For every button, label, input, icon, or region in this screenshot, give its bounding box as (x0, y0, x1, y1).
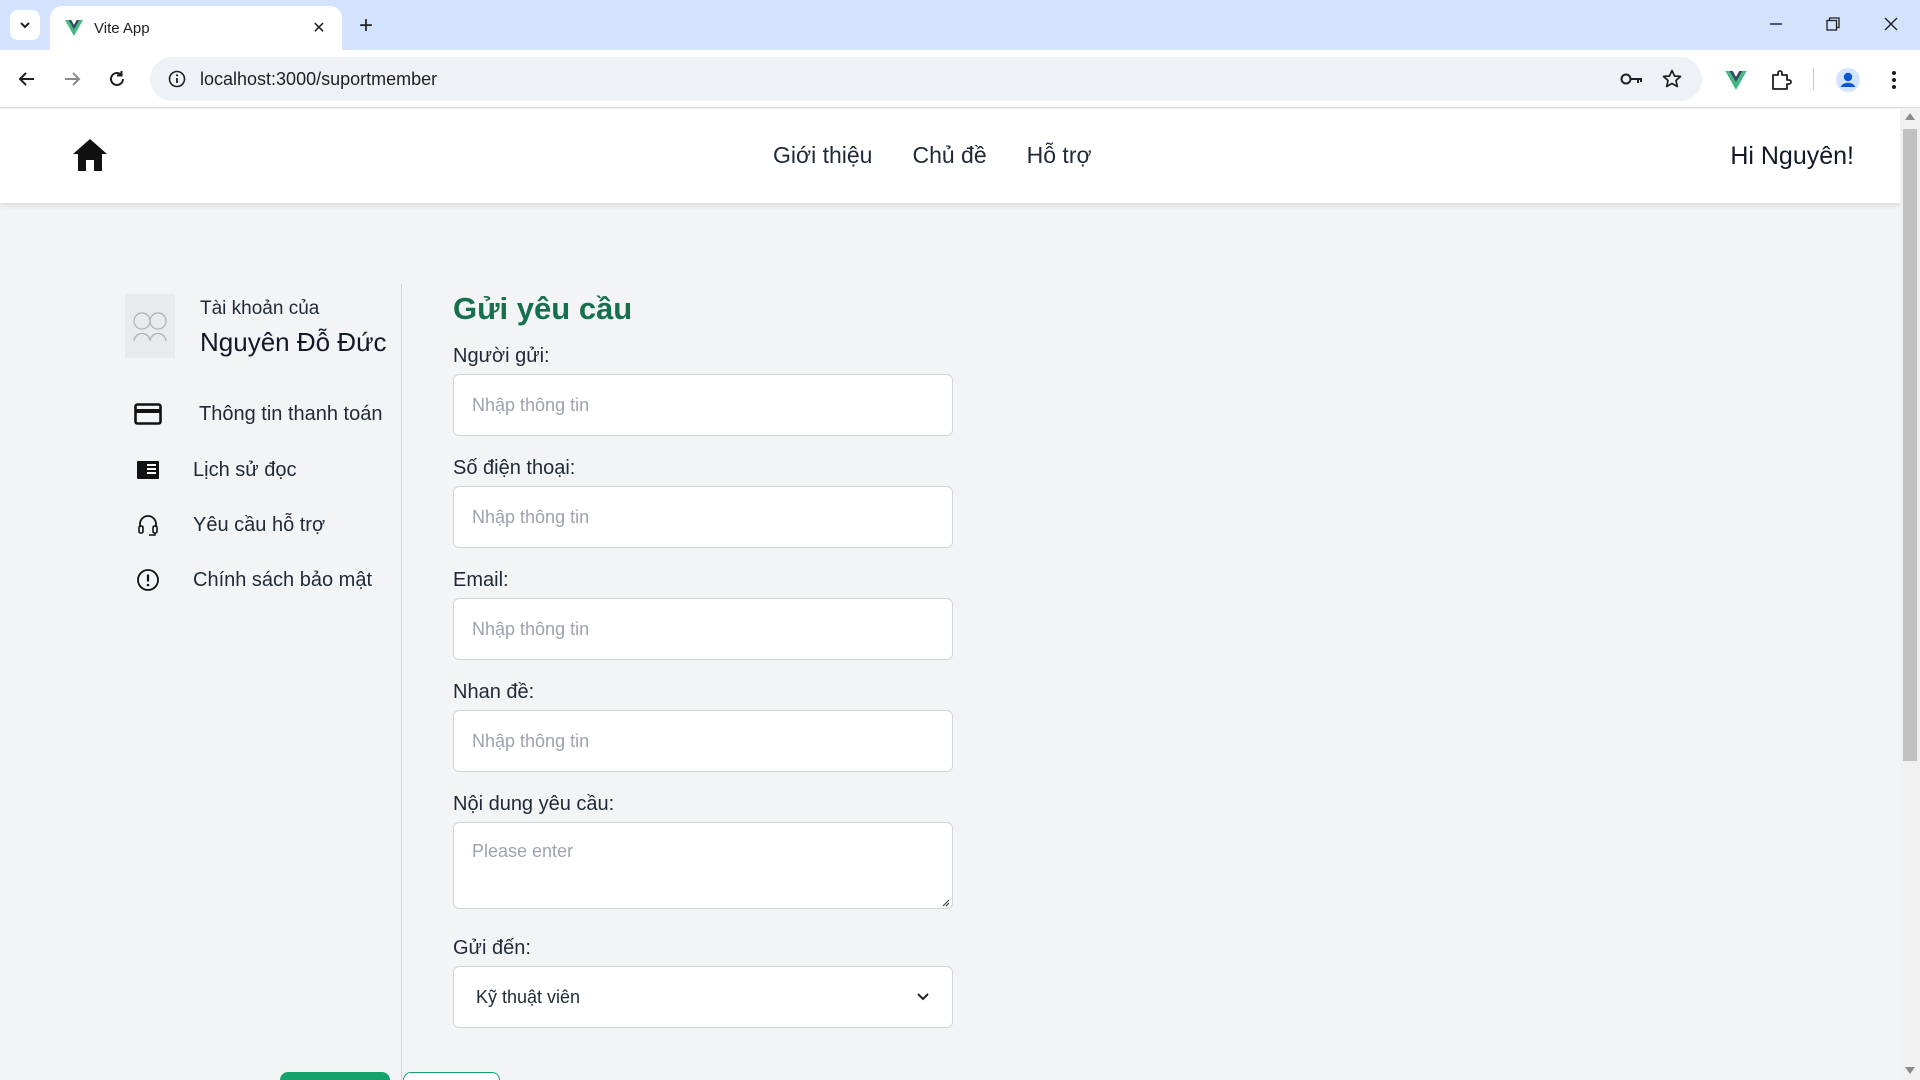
nav-link-chu-de[interactable]: Chủ đề (912, 142, 986, 169)
extensions-puzzle-icon[interactable] (1765, 64, 1797, 96)
toolbar-divider (1813, 68, 1814, 90)
tab-title: Vite App (94, 19, 150, 37)
chevron-down-icon (20, 22, 30, 29)
content-textarea[interactable] (453, 822, 953, 909)
site-info-icon[interactable] (164, 66, 190, 92)
account-sidebar: Tài khoản của Nguyên Đỗ Đức Thông tin th… (125, 284, 402, 1080)
browser-toolbar: localhost:3000/suportmember (0, 50, 1920, 108)
scroll-up-arrow-icon[interactable] (1905, 113, 1915, 120)
headset-icon (133, 510, 163, 540)
close-window-button[interactable] (1871, 8, 1911, 40)
nav-link-ho-tro[interactable]: Hỗ trợ (1027, 142, 1092, 169)
sidebar-item-label: Lịch sử đọc (193, 458, 297, 481)
info-circle-icon (133, 565, 163, 595)
content-label: Nội dung yêu cầu: (453, 793, 615, 815)
sidebar-item-label: Chính sách bảo mật (193, 568, 372, 591)
arrow-left-icon (18, 72, 34, 86)
sidebar-item-support-request[interactable]: Yêu cầu hỗ trợ (133, 508, 325, 542)
avatar-placeholder-icon (133, 312, 167, 342)
sender-label: Người gửi: (453, 345, 550, 367)
phone-input[interactable] (453, 486, 953, 548)
minimize-button[interactable] (1756, 8, 1796, 40)
back-button[interactable] (12, 64, 42, 94)
vue-v-icon (64, 18, 84, 38)
scroll-down-arrow-icon[interactable] (1905, 1067, 1915, 1074)
cancel-button[interactable] (403, 1072, 500, 1080)
send-to-select[interactable]: Kỹ thuật viên (453, 966, 953, 1028)
minimize-icon (1770, 23, 1782, 25)
home-icon[interactable] (71, 137, 109, 173)
main-nav: Giới thiệu Chủ đề Hỗ trợ (773, 142, 1092, 169)
nav-link-gioi-thieu[interactable]: Giới thiệu (773, 142, 872, 169)
browser-tab-bar: Vite App ✕ + (0, 0, 1920, 50)
restore-button[interactable] (1813, 8, 1853, 40)
scrollbar-thumb[interactable] (1903, 129, 1917, 761)
subject-input[interactable] (453, 710, 953, 772)
sidebar-item-label: Yêu cầu hỗ trợ (193, 513, 326, 536)
close-icon (1884, 17, 1898, 31)
new-tab-button[interactable]: + (352, 12, 380, 40)
sidebar-item-payment-info[interactable]: Thông tin thanh toán (133, 397, 382, 431)
resize-grip-icon[interactable] (940, 897, 950, 907)
forward-button[interactable] (57, 64, 87, 94)
profile-avatar-icon[interactable] (1832, 64, 1864, 96)
browser-tab[interactable]: Vite App ✕ (50, 6, 342, 50)
credit-card-icon (133, 399, 163, 429)
chevron-down-icon (917, 993, 929, 1001)
page-viewport: Giới thiệu Chủ đề Hỗ trợ Hi Nguyên! Tài … (0, 109, 1900, 1080)
url-text: localhost:3000/suportmember (200, 68, 438, 89)
phone-label: Số điện thoại: (453, 457, 576, 479)
email-input[interactable] (453, 598, 953, 660)
browser-menu-icon[interactable] (1878, 64, 1910, 96)
tab-search-button[interactable] (10, 10, 40, 40)
sidebar-item-reading-history[interactable]: Lịch sử đọc (133, 453, 296, 487)
sender-input[interactable] (453, 374, 953, 436)
arrow-right-icon (65, 72, 81, 86)
send-to-label: Gửi đến: (453, 937, 531, 959)
sidebar-item-privacy-policy[interactable]: Chính sách bảo mật (133, 563, 372, 597)
password-key-icon[interactable] (1614, 61, 1650, 97)
subject-label: Nhan đề: (453, 681, 535, 703)
book-icon (133, 455, 163, 485)
sidebar-item-label: Thông tin thanh toán (199, 402, 383, 425)
reload-icon (110, 71, 124, 86)
form-title: Gửi yêu cầu (453, 291, 633, 326)
user-greeting[interactable]: Hi Nguyên! (1730, 142, 1854, 171)
vue-devtools-extension-icon[interactable] (1720, 64, 1752, 96)
site-header: Giới thiệu Chủ đề Hỗ trợ Hi Nguyên! (0, 109, 1900, 203)
account-name: Nguyên Đỗ Đức (200, 327, 387, 357)
submit-button[interactable] (280, 1072, 390, 1080)
address-bar[interactable]: localhost:3000/suportmember (150, 57, 1702, 101)
restore-icon (1826, 17, 1840, 31)
email-label: Email: (453, 569, 509, 591)
close-tab-icon[interactable]: ✕ (308, 17, 330, 39)
page-scrollbar[interactable] (1900, 109, 1920, 1080)
bookmark-star-icon[interactable] (1654, 61, 1690, 97)
user-avatar (125, 294, 175, 358)
account-label: Tài khoản của (200, 298, 320, 319)
reload-button[interactable] (102, 64, 132, 94)
send-to-selected-value: Kỹ thuật viên (476, 986, 581, 1007)
